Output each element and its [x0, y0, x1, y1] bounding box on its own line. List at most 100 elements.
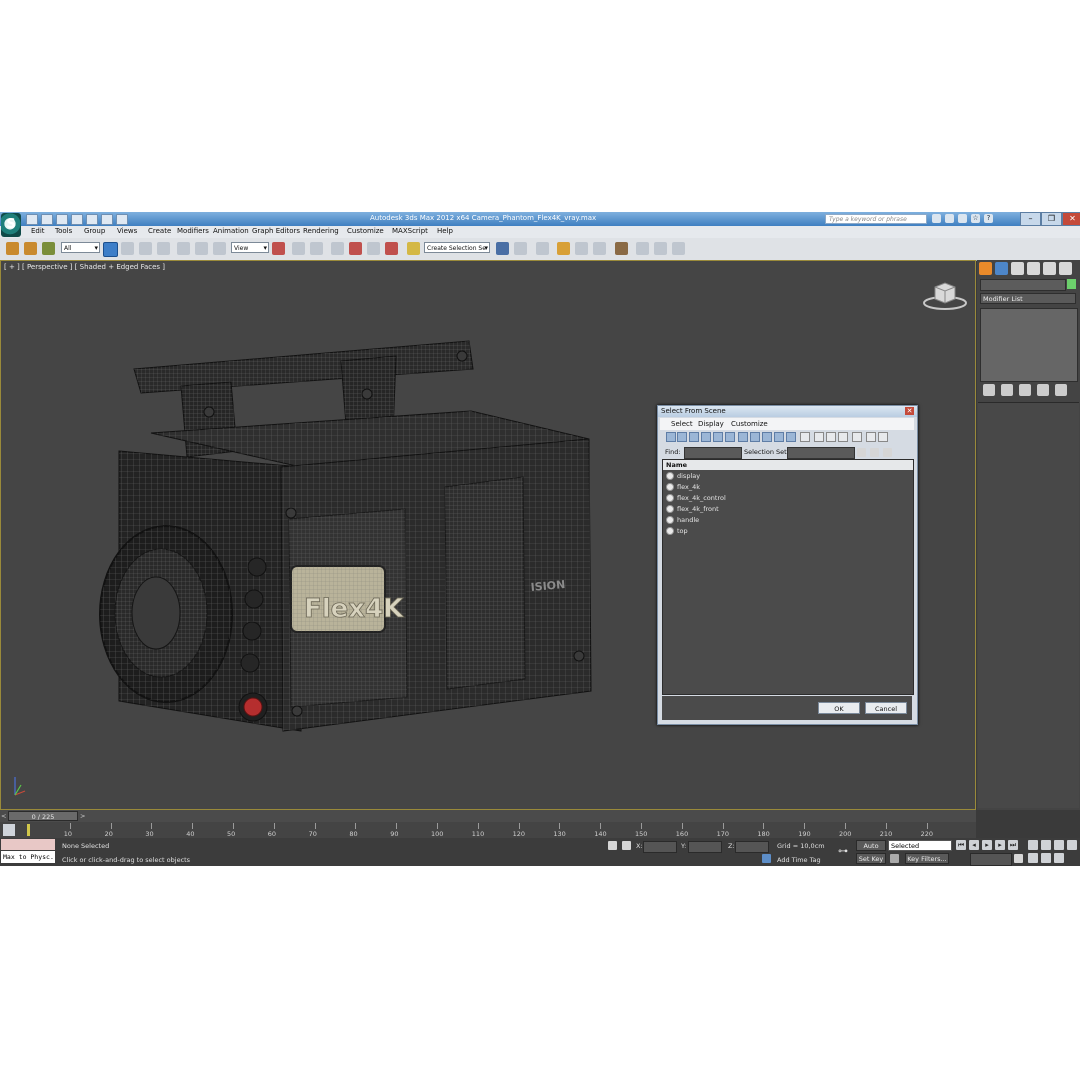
favorites-star-icon[interactable]: ☆ [971, 214, 980, 223]
mirror-icon[interactable] [496, 242, 509, 255]
menu-animation[interactable]: Animation [213, 227, 249, 235]
material-editor-icon[interactable] [615, 242, 628, 255]
hierarchy-tab-icon[interactable] [1011, 262, 1024, 275]
align-icon[interactable] [514, 242, 527, 255]
pin-stack-icon[interactable] [983, 384, 995, 396]
filter-icon[interactable] [866, 432, 876, 442]
redo-icon[interactable] [86, 213, 98, 225]
select-and-rotate-icon[interactable] [195, 242, 208, 255]
filter-options-icon[interactable] [878, 432, 888, 442]
close-button[interactable]: ✕ [1062, 212, 1080, 226]
key-filters-button[interactable]: Key Filters... [905, 853, 949, 864]
key-mode-dropdown[interactable]: Selected [888, 840, 952, 851]
spinner-snap-icon[interactable] [385, 242, 398, 255]
new-file-icon[interactable] [26, 213, 38, 225]
display-helpers-icon[interactable] [713, 432, 723, 442]
zoom-icon[interactable] [1028, 840, 1038, 850]
application-menu-button[interactable]: S [1, 213, 21, 237]
pan-icon[interactable] [1028, 853, 1038, 863]
go-to-start-icon[interactable]: ⏮ [956, 840, 966, 850]
pivot-center-icon[interactable] [272, 242, 285, 255]
display-frozen-icon[interactable] [786, 432, 796, 442]
create-tab-icon[interactable] [979, 262, 992, 275]
quick-access-dropdown-icon[interactable] [116, 213, 128, 225]
display-shapes-icon[interactable] [677, 432, 687, 442]
open-file-icon[interactable] [41, 213, 53, 225]
go-to-end-icon[interactable]: ⏭ [1008, 840, 1018, 850]
bind-to-space-warp-icon[interactable] [42, 242, 55, 255]
edit-named-selection-icon[interactable] [407, 242, 420, 255]
render-production-icon[interactable] [672, 242, 685, 255]
display-containers-icon[interactable] [774, 432, 784, 442]
ok-button[interactable]: OK [818, 702, 860, 714]
zoom-all-icon[interactable] [1041, 840, 1051, 850]
next-frame-icon[interactable]: > [80, 812, 85, 820]
name-column-header[interactable]: Name [663, 460, 913, 470]
modify-tab-icon[interactable] [995, 262, 1008, 275]
track-bar[interactable]: 10 20 30 40 50 60 70 80 90 100 110 120 130 140 150 160 1… [0, 822, 976, 838]
previous-frame-icon[interactable]: ◂ [969, 840, 979, 850]
modifier-list-dropdown[interactable]: Modifier List [980, 293, 1076, 304]
orbit-icon[interactable] [1041, 853, 1051, 863]
minimize-button[interactable]: – [1020, 212, 1041, 226]
restore-button[interactable]: ❐ [1041, 212, 1062, 226]
list-item[interactable]: flex_4k_front [663, 504, 911, 515]
object-color-swatch[interactable] [1067, 279, 1076, 289]
mini-curve-editor-icon[interactable] [3, 824, 15, 836]
current-frame-input[interactable] [970, 853, 1012, 866]
display-space-warps-icon[interactable] [725, 432, 735, 442]
play-icon[interactable]: ▸ [982, 840, 992, 850]
field-of-view-icon[interactable] [1067, 840, 1077, 850]
render-setup-icon[interactable] [636, 242, 649, 255]
time-slider-thumb[interactable]: 0 / 225 [8, 811, 78, 821]
select-and-move-icon[interactable] [177, 242, 190, 255]
time-slider[interactable]: < 0 / 225 > [0, 810, 976, 822]
save-file-icon[interactable] [56, 213, 68, 225]
menu-group[interactable]: Group [84, 227, 105, 235]
set-key-icon[interactable]: ⊶ [838, 846, 848, 857]
select-and-link-icon[interactable] [6, 242, 19, 255]
object-name-input[interactable] [980, 279, 1066, 291]
display-invert-icon[interactable] [826, 432, 836, 442]
rendered-frame-window-icon[interactable] [654, 242, 667, 255]
menu-create[interactable]: Create [148, 227, 171, 235]
set-key-button[interactable]: Set Key [856, 853, 886, 864]
select-and-manipulate-icon[interactable] [292, 242, 305, 255]
modifier-stack[interactable] [980, 308, 1078, 382]
absolute-mode-icon[interactable] [622, 841, 631, 850]
curve-editor-icon[interactable] [575, 242, 588, 255]
infocenter-search-input[interactable]: Type a keyword or phrase [825, 214, 927, 224]
select-dependents-icon[interactable] [852, 432, 862, 442]
binoculars-search-icon[interactable] [932, 214, 941, 223]
menu-views[interactable]: Views [117, 227, 137, 235]
percent-snap-icon[interactable] [367, 242, 380, 255]
subscription-icon[interactable] [945, 214, 954, 223]
motion-tab-icon[interactable] [1027, 262, 1040, 275]
time-configuration-icon[interactable] [1014, 854, 1023, 863]
list-item[interactable]: flex_4k [663, 482, 911, 493]
menu-customize[interactable]: Customize [347, 227, 384, 235]
find-input[interactable] [684, 447, 742, 459]
select-by-name-icon[interactable] [121, 242, 134, 255]
select-and-scale-icon[interactable] [213, 242, 226, 255]
layer-manager-icon[interactable] [536, 242, 549, 255]
menu-tools[interactable]: Tools [55, 227, 72, 235]
zoom-extents-icon[interactable] [1054, 840, 1064, 850]
cancel-button[interactable]: Cancel [865, 702, 907, 714]
display-geometry-icon[interactable] [666, 432, 676, 442]
show-end-result-icon[interactable] [1001, 384, 1013, 396]
selection-set-dropdown[interactable] [787, 447, 855, 459]
menu-help[interactable]: Help [437, 227, 453, 235]
reference-coordinate-dropdown[interactable]: View [231, 242, 269, 254]
z-coordinate-field[interactable] [735, 841, 769, 853]
dialog-menu-customize[interactable]: Customize [731, 420, 768, 428]
remove-from-set-icon[interactable] [883, 448, 892, 457]
viewcube-icon[interactable] [921, 281, 969, 311]
remove-modifier-icon[interactable] [1037, 384, 1049, 396]
time-tag-icon[interactable] [762, 854, 771, 863]
display-all-icon[interactable] [800, 432, 810, 442]
selection-filter-dropdown[interactable]: All [61, 242, 100, 254]
snaps-toggle-icon[interactable] [331, 242, 344, 255]
rectangular-selection-icon[interactable] [139, 242, 152, 255]
add-to-set-icon[interactable] [870, 448, 879, 457]
